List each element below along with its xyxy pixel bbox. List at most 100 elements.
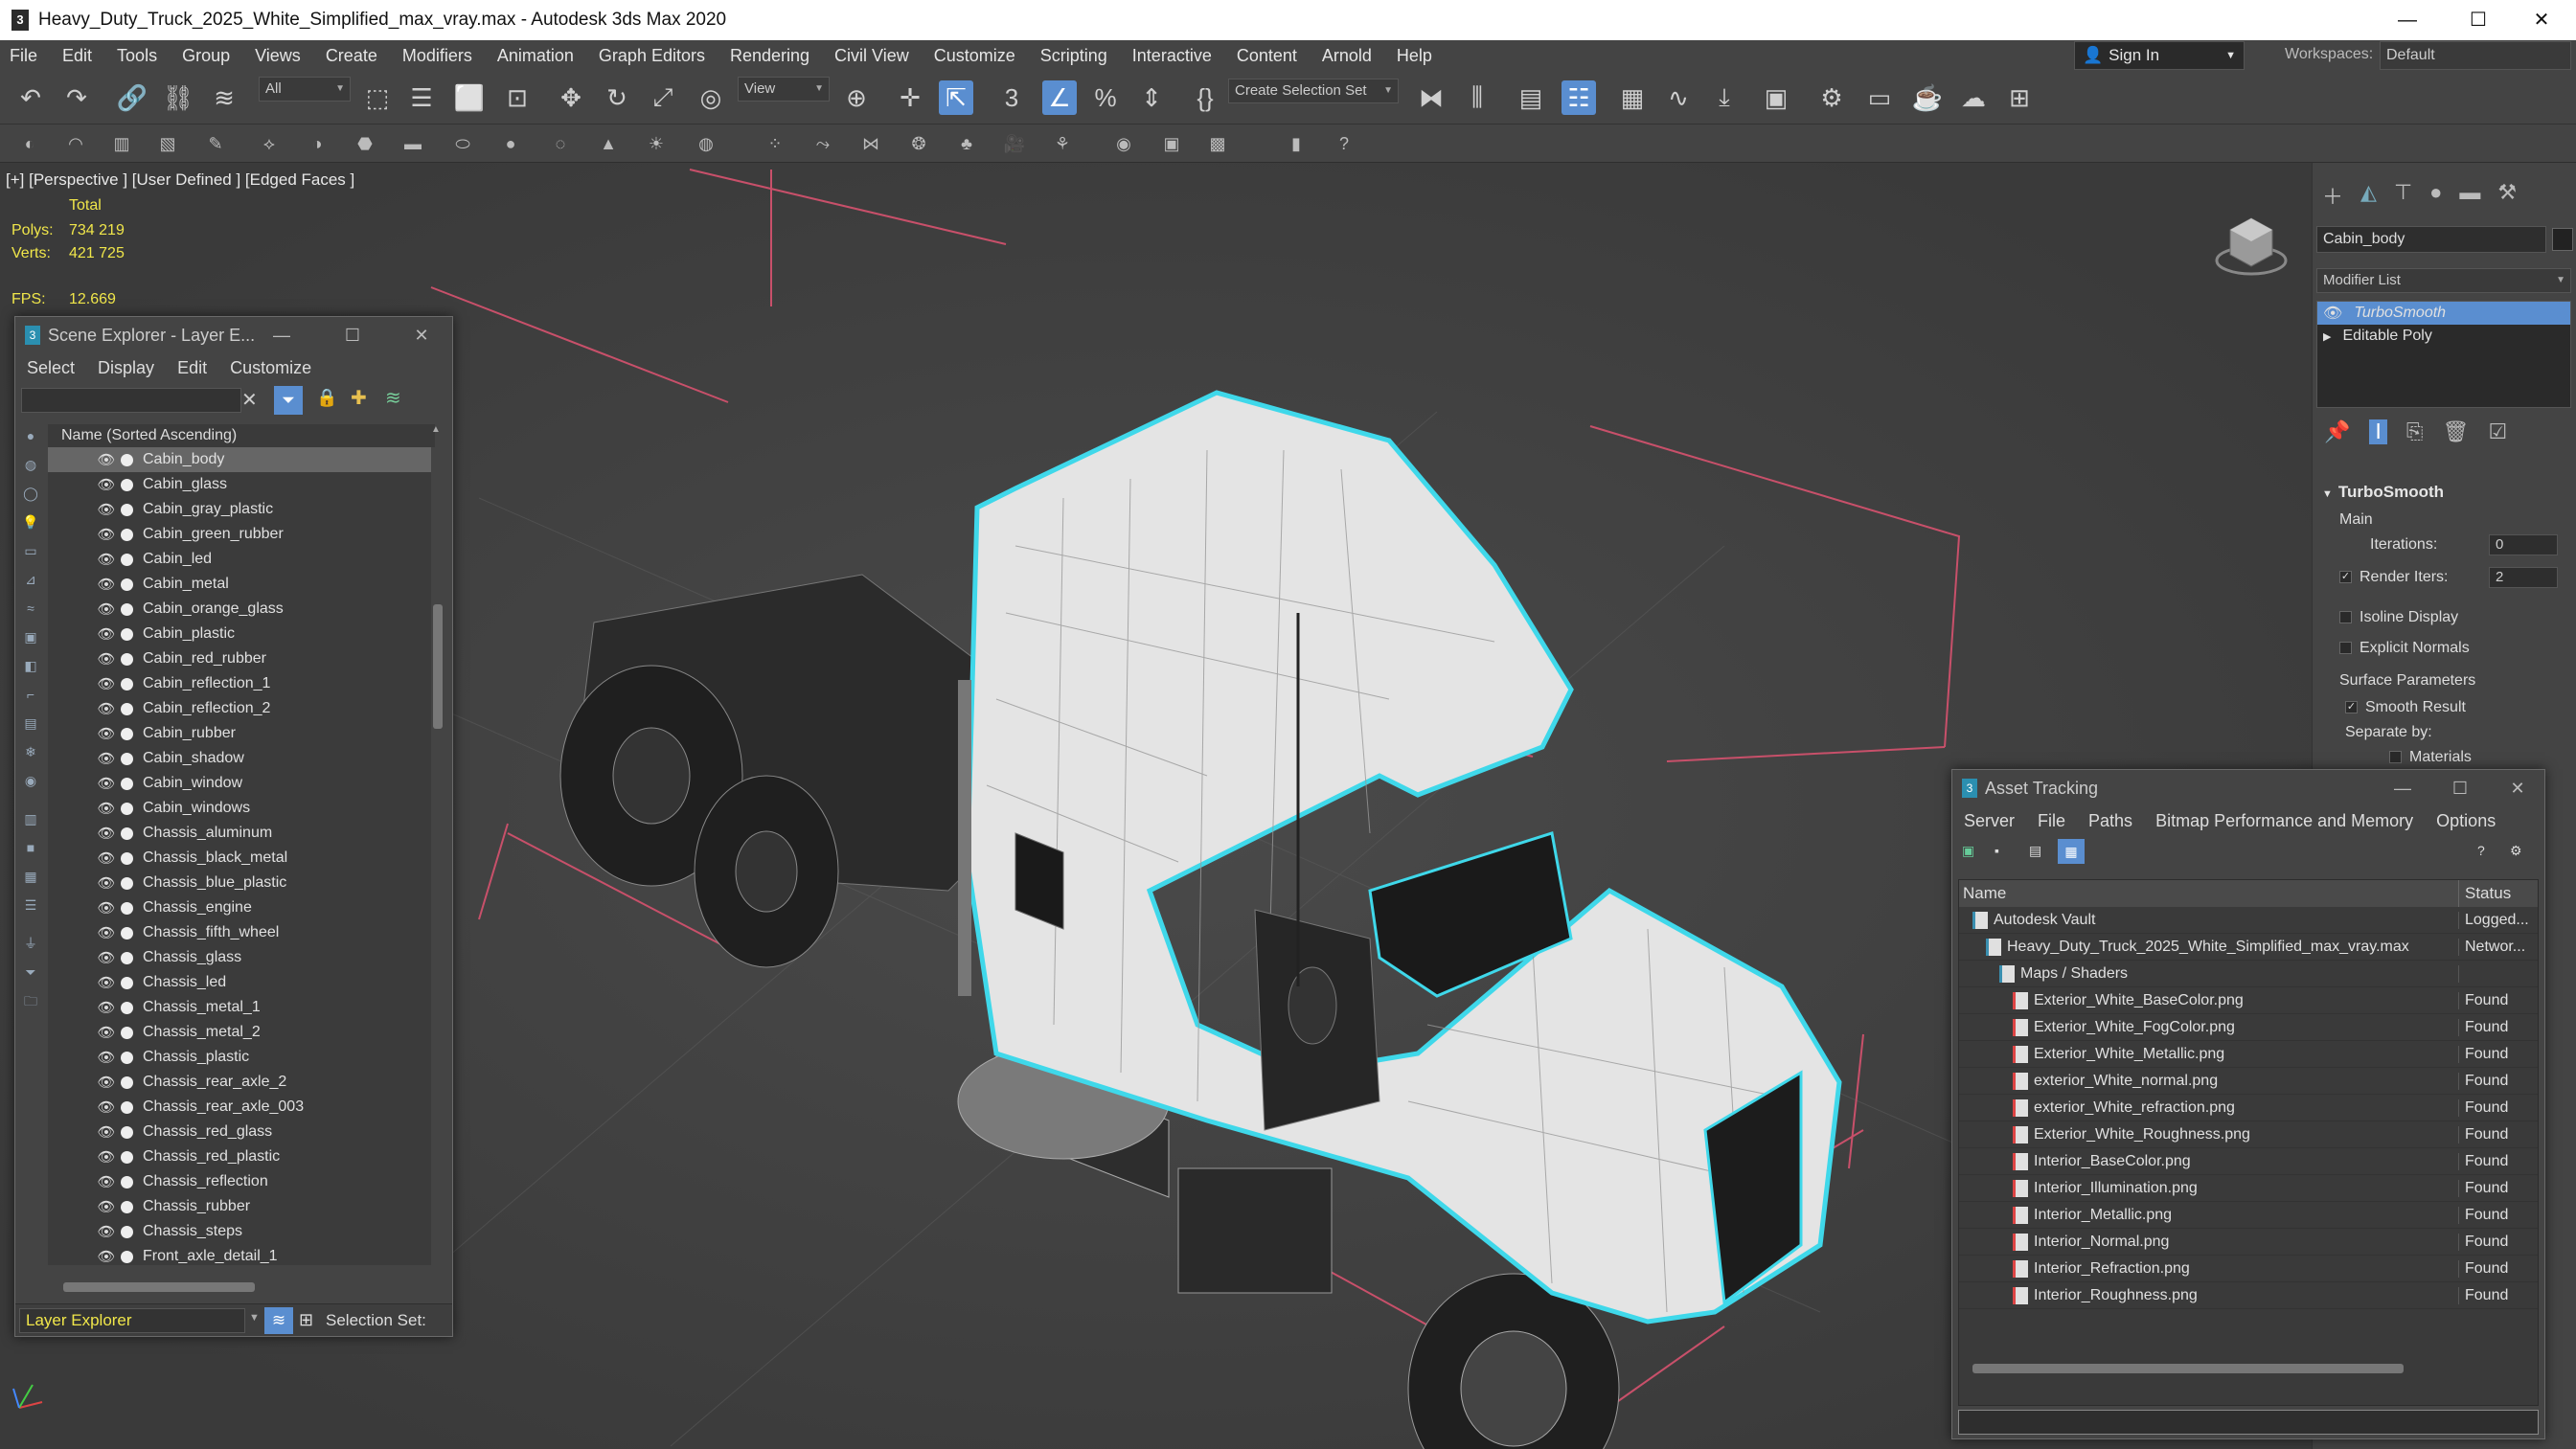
sphere-primitive-icon[interactable]: ● bbox=[498, 131, 523, 156]
explicit-normals-checkbox[interactable]: Explicit Normals bbox=[2339, 640, 2470, 657]
list-item[interactable]: 👁 Chassis_aluminum bbox=[48, 821, 431, 846]
asset-table-row[interactable]: Exterior_White_BaseColor.png Found bbox=[1959, 987, 2538, 1014]
find-input[interactable] bbox=[21, 388, 241, 413]
list-item[interactable]: 👁 Cabin_plastic bbox=[48, 622, 431, 646]
freeform-icon[interactable]: ◐ bbox=[17, 131, 42, 156]
display-shapes-icon[interactable]: ◯ bbox=[21, 484, 40, 503]
scene-explorer-titlebar[interactable]: 3 Scene Explorer - Layer E... — ☐ ✕ bbox=[15, 317, 452, 353]
configure-modifier-sets-icon[interactable]: ☑ bbox=[2488, 419, 2507, 444]
sun-light-icon[interactable]: ☀ bbox=[644, 131, 669, 156]
list-item[interactable]: 👁 Cabin_reflection_2 bbox=[48, 696, 431, 721]
list-item[interactable]: 👁 Cabin_rubber bbox=[48, 721, 431, 746]
status-column-header[interactable]: Status bbox=[2459, 880, 2511, 907]
particles-icon[interactable]: ⁘ bbox=[763, 131, 787, 156]
minimize-icon[interactable]: — bbox=[262, 317, 301, 353]
asset-path-field[interactable] bbox=[1958, 1410, 2539, 1435]
create-tab-icon[interactable]: ＋ bbox=[2322, 180, 2343, 211]
modifier-list-dropdown[interactable]: Modifier List bbox=[2316, 268, 2571, 293]
asset-table-row[interactable]: Interior_Illumination.png Found bbox=[1959, 1175, 2538, 1202]
tree-view-icon[interactable]: ▤ bbox=[2029, 843, 2041, 859]
menu-rendering[interactable]: Rendering bbox=[718, 46, 822, 66]
list-item[interactable]: 👁 Chassis_reflection bbox=[48, 1169, 431, 1194]
help-icon[interactable]: ? bbox=[2477, 843, 2485, 858]
turbosmooth-rollout-header[interactable]: ▼ TurboSmooth bbox=[2322, 483, 2444, 502]
asset-table-row[interactable]: Interior_Roughness.png Found bbox=[1959, 1282, 2538, 1309]
a360-gallery-icon[interactable]: ⊞ bbox=[2002, 80, 2037, 115]
list-item[interactable]: 👁 Chassis_rear_axle_2 bbox=[48, 1070, 431, 1095]
refresh-icon[interactable]: ▣ bbox=[1962, 843, 1974, 859]
layers-icon[interactable]: ≋ bbox=[385, 386, 401, 410]
edit-named-selection-icon[interactable]: {} bbox=[1188, 80, 1222, 115]
list-item[interactable]: 👁 Chassis_fifth_wheel bbox=[48, 920, 431, 945]
display-invert-icon[interactable]: ▦ bbox=[21, 867, 40, 886]
render-iters-spinner[interactable]: 2 bbox=[2489, 567, 2558, 588]
minimize-icon[interactable]: — bbox=[2383, 770, 2422, 806]
list-item[interactable]: 👁 Cabin_gray_plastic bbox=[48, 497, 431, 522]
asset-table-row[interactable]: exterior_White_refraction.png Found bbox=[1959, 1095, 2538, 1121]
asset-table-row[interactable]: Maps / Shaders bbox=[1959, 961, 2538, 987]
sort-by-layer-icon[interactable]: ≋ bbox=[264, 1307, 293, 1334]
populate-icon[interactable]: ▧ bbox=[155, 131, 180, 156]
asset-table-row[interactable]: Heavy_Duty_Truck_2025_White_Simplified_m… bbox=[1959, 934, 2538, 961]
pivot-center-icon[interactable]: ⊕ bbox=[839, 80, 874, 115]
window-crossing-icon[interactable]: ⊡ bbox=[500, 80, 535, 115]
minimize-button[interactable]: — bbox=[2374, 0, 2441, 40]
viewport-label[interactable]: [+] [Perspective ] [User Defined ] [Edge… bbox=[6, 170, 354, 190]
remove-modifier-icon[interactable]: 🗑 bbox=[2443, 419, 2470, 444]
named-selection-set-dropdown[interactable]: Create Selection Set bbox=[1228, 79, 1399, 103]
menu-animation[interactable]: Animation bbox=[485, 46, 586, 66]
cloth-icon[interactable]: ⋈ bbox=[858, 131, 883, 156]
display-frozen-icon[interactable]: ❄ bbox=[21, 742, 40, 761]
asset-table-row[interactable]: Exterior_White_Metallic.png Found bbox=[1959, 1041, 2538, 1068]
snaps-toggle-icon[interactable]: 3 bbox=[994, 80, 1029, 115]
selection-tools-icon[interactable]: ◠ bbox=[63, 131, 88, 156]
mesh-tool-icon[interactable]: ⬣ bbox=[353, 131, 377, 156]
compound-icon[interactable]: ⚘ bbox=[1050, 131, 1075, 156]
list-item[interactable]: 👁 Cabin_shadow bbox=[48, 746, 431, 771]
render-production-icon[interactable]: ☕ bbox=[1910, 80, 1945, 115]
maximize-icon[interactable]: ☐ bbox=[2441, 770, 2479, 806]
asset-menu-bitmap-performance[interactable]: Bitmap Performance and Memory bbox=[2144, 811, 2425, 831]
placement-icon[interactable]: ◎ bbox=[694, 80, 728, 115]
isoline-display-checkbox[interactable]: Isoline Display bbox=[2339, 609, 2458, 626]
menu-views[interactable]: Views bbox=[242, 46, 313, 66]
align-icon[interactable]: ⫼ bbox=[1460, 80, 1494, 115]
menu-help[interactable]: Help bbox=[1384, 46, 1445, 66]
smooth-result-checkbox[interactable]: ✓ Smooth Result bbox=[2345, 699, 2466, 716]
menu-create[interactable]: Create bbox=[313, 46, 390, 66]
asset-menu-file[interactable]: File bbox=[2026, 811, 2077, 831]
asset-menu-paths[interactable]: Paths bbox=[2077, 811, 2144, 831]
list-item[interactable]: 👁 Front_axle_detail_1 bbox=[48, 1244, 431, 1265]
list-item[interactable]: 👁 Cabin_reflection_1 bbox=[48, 671, 431, 696]
list-item[interactable]: 👁 Cabin_orange_glass bbox=[48, 597, 431, 622]
list-item[interactable]: 👁 Cabin_green_rubber bbox=[48, 522, 431, 547]
move-icon[interactable]: ✥ bbox=[554, 80, 588, 115]
scene-menu-edit[interactable]: Edit bbox=[166, 358, 218, 378]
dynamics-icon[interactable]: ⤳ bbox=[810, 131, 835, 156]
select-by-name-icon[interactable]: ☰ bbox=[404, 80, 439, 115]
table-view-icon[interactable]: ▦ bbox=[2058, 839, 2085, 864]
chevron-down-icon[interactable]: ▼ bbox=[249, 1312, 260, 1324]
rectangle-selection-icon[interactable]: ⬜ bbox=[452, 80, 487, 115]
material-editor-icon[interactable]: ▣ bbox=[1759, 80, 1793, 115]
select-object-icon[interactable]: ⬚ bbox=[360, 80, 395, 115]
horizontal-scrollbar[interactable] bbox=[63, 1282, 255, 1292]
menu-arnold[interactable]: Arnold bbox=[1310, 46, 1384, 66]
list-item[interactable]: 👁 Chassis_rear_axle_003 bbox=[48, 1095, 431, 1120]
layer-explorer-toggle-icon[interactable]: ☷ bbox=[1562, 80, 1596, 115]
display-none-icon[interactable]: ● bbox=[21, 426, 40, 445]
curve-editor-icon[interactable]: ∿ bbox=[1661, 80, 1696, 115]
display-all-icon[interactable]: ▥ bbox=[21, 809, 40, 828]
scale-icon[interactable]: ⤢ bbox=[646, 80, 680, 115]
spinner-snap-icon[interactable]: ⇕ bbox=[1134, 80, 1169, 115]
torus-primitive-icon[interactable]: ◌ bbox=[548, 131, 573, 156]
asset-menu-options[interactable]: Options bbox=[2425, 811, 2507, 831]
menu-group[interactable]: Group bbox=[170, 46, 242, 66]
fluid-icon[interactable]: ❂ bbox=[906, 131, 931, 156]
cone-primitive-icon[interactable]: ▲ bbox=[596, 131, 621, 156]
close-icon[interactable]: ✕ bbox=[402, 317, 441, 353]
ribbon-toggle-icon[interactable]: ▦ bbox=[1615, 80, 1650, 115]
asset-table-row[interactable]: Exterior_White_FogColor.png Found bbox=[1959, 1014, 2538, 1041]
material-sphere-icon[interactable]: ◉ bbox=[1111, 131, 1136, 156]
display-lights-icon[interactable]: 💡 bbox=[21, 512, 40, 532]
